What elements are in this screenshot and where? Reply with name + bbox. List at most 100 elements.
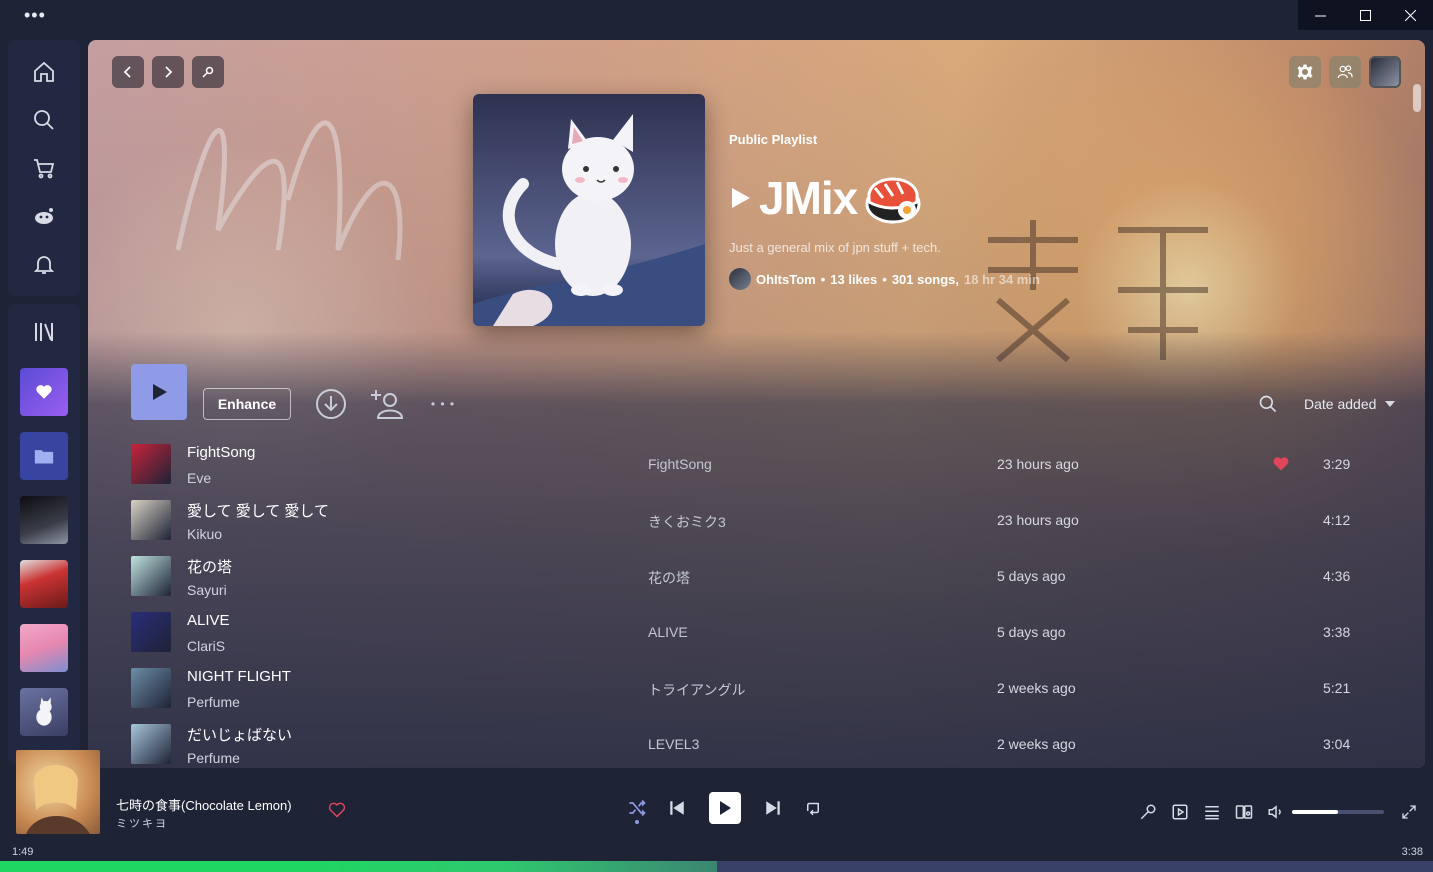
add-user-icon [371,390,404,419]
track-album[interactable]: きくおミク3 [648,512,726,532]
shuffle-button[interactable] [625,796,649,820]
back-icon [123,66,131,78]
volume-level [1292,810,1338,814]
track-date-added: 23 hours ago [997,456,1079,472]
maximize-button[interactable] [1343,0,1388,30]
track-artist[interactable]: Perfume [187,750,240,766]
repeat-icon [807,802,819,816]
fullscreen-icon [1402,805,1416,819]
settings-button[interactable] [1289,56,1321,88]
track-title[interactable]: FightSong [187,444,255,461]
settings-icon [1297,64,1313,80]
lyrics-button[interactable] [1138,802,1158,822]
player-bar: 七時の食事(Chocolate Lemon) ミツキヨ 1:49 3:38 [0,750,1433,872]
close-button[interactable] [1388,0,1433,30]
sort-label: Date added [1304,396,1377,412]
track-row[interactable]: ALIVE ClariS ALIVE 5 days ago 3:38 [88,608,1425,664]
shuffle-icon [629,799,646,817]
reddit-icon[interactable] [28,200,60,232]
sidebar-library [8,304,80,764]
library-item-playlist-1[interactable] [20,496,68,544]
pin-button[interactable] [192,56,224,88]
track-thumbnail [131,668,171,708]
enhance-button[interactable]: Enhance [203,388,291,420]
track-album[interactable]: トライアングル [648,680,745,700]
track-row[interactable]: NIGHT FLIGHT Perfume トライアングル 2 weeks ago 5:2… [88,664,1425,720]
back-button[interactable] [112,56,144,88]
track-row[interactable]: 愛して 愛して 愛して Kikuo きくおミク3 23 hours ago 4:12 [88,496,1425,552]
track-artist[interactable]: Sayuri [187,582,227,598]
playlist-search-button[interactable] [1258,394,1278,419]
volume-slider[interactable] [1292,810,1384,814]
search-icon [1259,395,1277,413]
track-artist[interactable]: ClariS [187,638,225,654]
track-title[interactable]: NIGHT FLIGHT [187,668,291,685]
devices-button[interactable] [1234,802,1254,822]
play-title-icon[interactable] [729,185,753,211]
library-item-jmix[interactable] [20,688,68,736]
playlist-title: JMix [729,170,923,226]
download-button[interactable] [313,386,349,422]
volume-button[interactable] [1266,802,1286,822]
heart-icon [36,385,52,399]
home-icon[interactable] [28,56,60,88]
playlist-view: Public Playlist JMix Just a general mix … [88,40,1425,768]
liked-songs-tile[interactable] [20,368,68,416]
heart-outline-icon [328,802,346,818]
track-duration: 4:36 [1323,568,1351,584]
track-album[interactable]: ALIVE [648,624,688,640]
track-row[interactable]: だいじょばない Perfume LEVEL3 2 weeks ago 3:04 [88,720,1425,768]
minimize-button[interactable] [1298,0,1343,30]
library-icon[interactable] [28,316,60,348]
previous-button[interactable] [665,796,689,820]
sort-dropdown[interactable]: Date added [1304,396,1396,412]
download-icon [316,389,346,419]
liked-heart-icon[interactable] [1272,456,1290,477]
now-playing-title[interactable]: 七時の食事(Chocolate Lemon) [116,795,292,814]
video-button[interactable] [1170,802,1190,822]
repeat-button[interactable] [801,796,825,820]
now-playing-cover[interactable] [16,750,100,834]
track-artist[interactable]: Perfume [187,694,240,710]
scrollbar-thumb[interactable] [1413,84,1421,112]
track-date-added: 23 hours ago [997,512,1079,528]
play-button[interactable] [131,364,187,420]
avatar[interactable] [1369,56,1401,88]
library-item-playlist-3[interactable] [20,624,68,672]
cart-icon[interactable] [28,152,60,184]
track-title[interactable]: 愛して 愛して 愛して [187,500,329,521]
total-time: 3:38 [1401,846,1423,858]
track-row[interactable]: 花の塔 Sayuri 花の塔 5 days ago 4:36 [88,552,1425,608]
like-button[interactable] [328,802,346,823]
playback-progress-bar[interactable] [0,861,1433,872]
now-playing-artist[interactable]: ミツキヨ [116,815,168,831]
track-title[interactable]: 花の塔 [187,556,232,577]
forward-button[interactable] [152,56,184,88]
search-icon[interactable] [28,104,60,136]
folder-tile[interactable] [20,432,68,480]
track-title[interactable]: だいじょばない [187,724,292,745]
track-album[interactable]: 花の塔 [648,568,690,588]
add-collaborator-button[interactable] [369,386,405,422]
track-artist[interactable]: Kikuo [187,526,222,542]
track-artist[interactable]: Eve [187,470,211,486]
track-album[interactable]: LEVEL3 [648,736,699,752]
track-album[interactable]: FightSong [648,456,712,472]
playlist-cover [473,94,705,326]
track-date-added: 5 days ago [997,568,1066,584]
queue-button[interactable] [1202,802,1222,822]
track-row[interactable]: FightSong Eve FightSong 23 hours ago 3:29 [88,440,1425,496]
more-options-button[interactable]: • • • [425,386,461,422]
friends-button[interactable] [1329,56,1361,88]
owner-name[interactable]: OhItsTom [756,272,816,287]
track-title[interactable]: ALIVE [187,612,230,629]
track-duration: 5:21 [1323,680,1351,696]
fullscreen-button[interactable] [1399,802,1419,822]
next-button[interactable] [761,796,785,820]
lyrics-icon [1140,804,1156,820]
app-menu-button[interactable]: ••• [24,6,46,24]
library-item-playlist-2[interactable] [20,560,68,608]
bell-icon[interactable] [28,248,60,280]
play-pause-button[interactable] [709,792,741,824]
play-icon [720,801,731,815]
